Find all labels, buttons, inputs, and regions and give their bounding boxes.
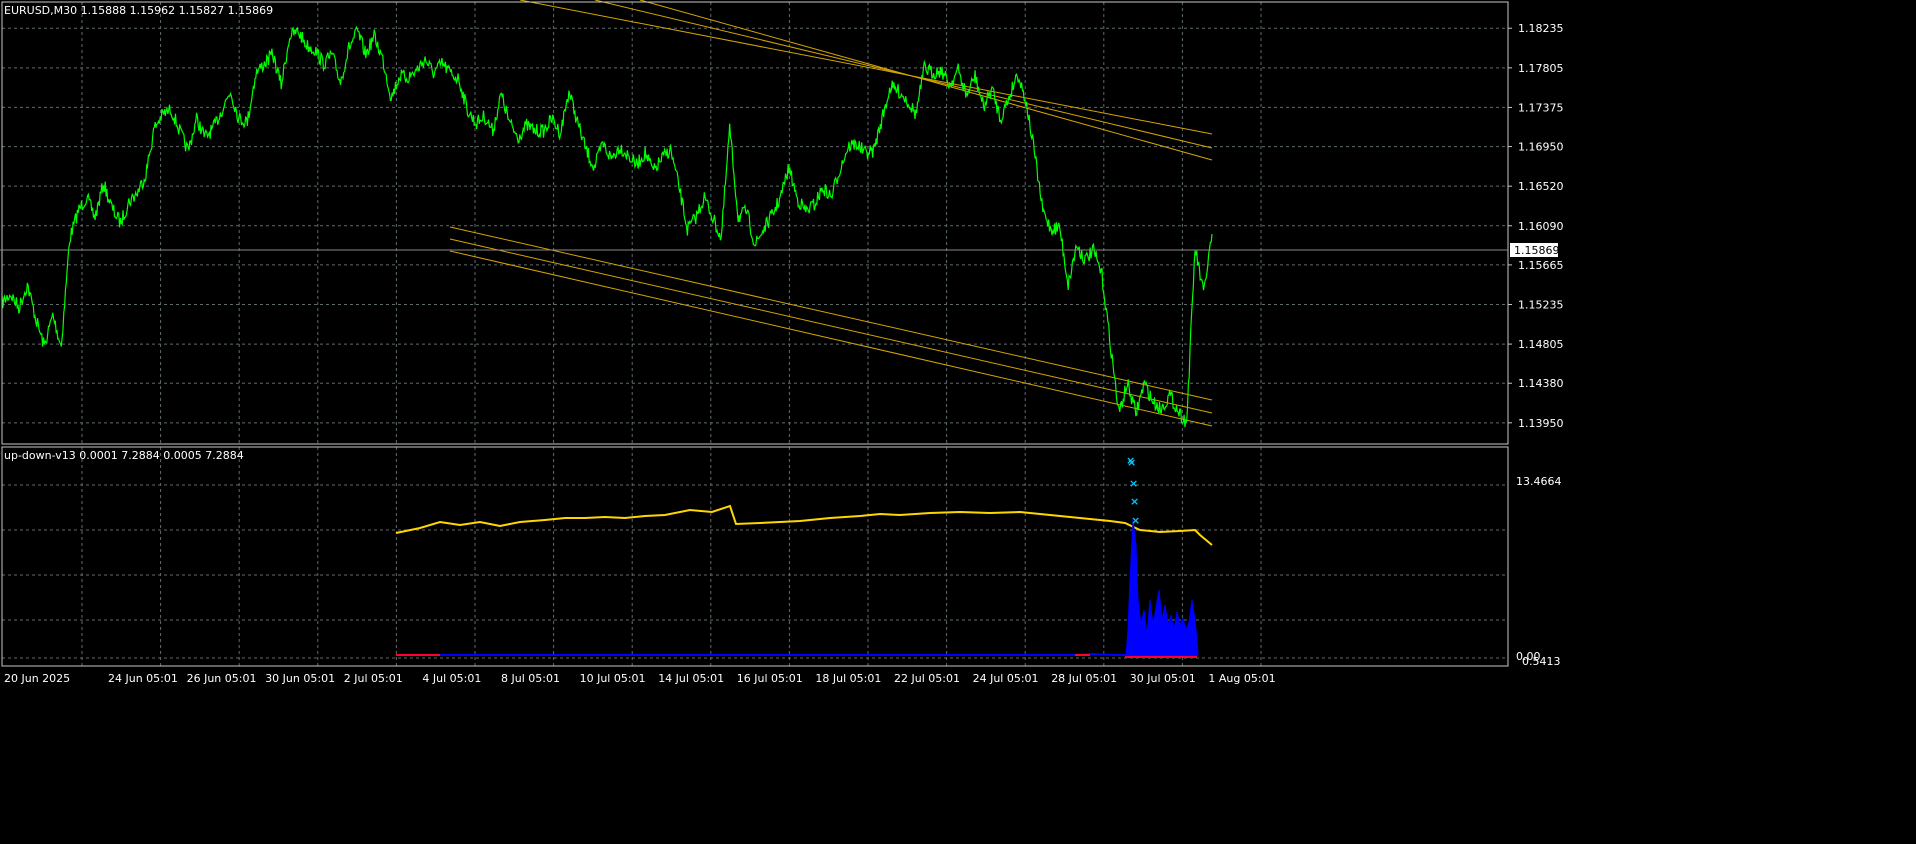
price-tick-label: 1.16950: [1518, 141, 1564, 154]
time-tick-label: 26 Jun 05:01: [187, 672, 257, 685]
indicator-blue-area: [1125, 519, 1199, 656]
price-axis[interactable]: 1.18235 1.17805 1.17375 1.16950 1.16520 1.160…: [1508, 22, 1564, 430]
signal-marker: ×: [1131, 514, 1140, 527]
time-tick-label: 8 Jul 05:01: [501, 672, 560, 685]
panel-frames: [1, 1, 1509, 667]
price-tick-label: 1.16090: [1518, 220, 1564, 233]
indicator-yellow-line: [395, 504, 1213, 546]
indicator-overlap-label: 0.5413: [1522, 655, 1561, 668]
indicator-top-label: 13.4664: [1516, 475, 1562, 488]
signal-marker: ×: [1129, 477, 1138, 490]
indicator-panel-frame: [1, 446, 1509, 667]
price-tick-label: 1.18235: [1518, 22, 1564, 35]
time-tick-label: 1 Aug 05:01: [1208, 672, 1275, 685]
price-tick-label: 1.14380: [1518, 377, 1564, 390]
signal-markers: ×××××: [1126, 454, 1140, 527]
price-tick-label: 1.15235: [1518, 298, 1564, 311]
main-header: EURUSD,M30 1.15888 1.15962 1.15827 1.158…: [4, 4, 273, 17]
price-tick-label: 1.14805: [1518, 338, 1564, 351]
time-tick-label: 2 Jul 05:01: [344, 672, 403, 685]
price-tick-label: 1.17375: [1518, 101, 1564, 114]
indicator-grid: [2, 447, 1508, 666]
indicator-header: up-down-v13 0.0001 7.2884 0.0005 7.2884: [4, 449, 244, 462]
channel-line-lower: [449, 250, 1213, 427]
time-tick-label: 20 Jun 2025: [4, 672, 70, 685]
time-tick-label: 22 Jul 05:01: [894, 672, 960, 685]
time-tick-label: 10 Jul 05:01: [580, 672, 646, 685]
channel-line-upper: [519, 0, 1213, 135]
chart-canvas: ××××× 1.182351.178051.173751.169501.1652…: [0, 0, 1564, 685]
signal-marker: ×: [1130, 495, 1139, 508]
channel-line-upper: [639, 0, 1213, 161]
time-axis[interactable]: 20 Jun 2025 24 Jun 05:01 26 Jun 05:01 30 Ju…: [4, 672, 1276, 685]
price-tick-label: 1.17805: [1518, 62, 1564, 75]
price-line: [1, 25, 1213, 427]
time-tick-label: 14 Jul 05:01: [658, 672, 724, 685]
time-tick-label: 30 Jul 05:01: [1130, 672, 1196, 685]
trading-terminal: × × × × × 1.18235 1.17805 1.17375 1.16950 1.1652…: [0, 0, 1916, 840]
time-tick-label: 18 Jul 05:01: [815, 672, 881, 685]
time-tick-label: 30 Jun 05:01: [265, 672, 335, 685]
main-grid: [2, 2, 1508, 444]
price-tick-label: 1.15665: [1518, 259, 1564, 272]
time-tick-label: 4 Jul 05:01: [422, 672, 481, 685]
price-tick-label: 1.16520: [1518, 180, 1564, 193]
channel-line-lower: [449, 226, 1213, 401]
price-series: [1, 25, 1213, 427]
time-tick-label: 24 Jul 05:01: [973, 672, 1039, 685]
time-tick-label: 16 Jul 05:01: [737, 672, 803, 685]
current-price-label: 1.15869: [1514, 244, 1560, 257]
price-tick-label: 1.13950: [1518, 417, 1564, 430]
indicator-series: [395, 504, 1213, 658]
time-tick-label: 28 Jul 05:01: [1051, 672, 1117, 685]
time-tick-label: 24 Jun 05:01: [108, 672, 178, 685]
channel-lines[interactable]: [449, 0, 1213, 427]
signal-marker: ×: [1127, 456, 1136, 469]
